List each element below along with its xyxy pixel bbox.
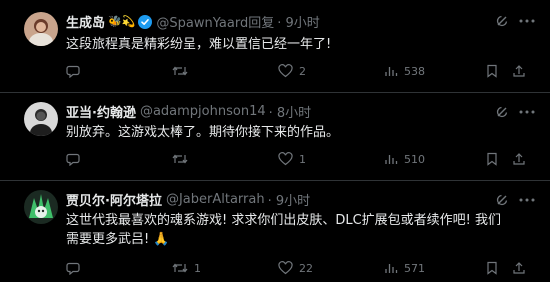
user-handle[interactable]: @JaberAltarrah — [166, 192, 265, 207]
repost-icon — [172, 261, 188, 275]
post-time[interactable]: · 9小时 — [268, 190, 311, 209]
grok-icon[interactable] — [492, 102, 512, 122]
more-icon[interactable] — [517, 11, 537, 31]
views-icon — [384, 261, 398, 275]
views-button[interactable]: 538 — [384, 64, 425, 78]
post-actions: 1 22 571 — [66, 261, 526, 279]
more-icon[interactable] — [517, 102, 537, 122]
views-count: 510 — [404, 152, 425, 166]
repost-button[interactable]: 1 — [172, 261, 201, 275]
views-icon — [384, 64, 398, 78]
repost-button[interactable] — [172, 152, 194, 166]
avatar[interactable] — [24, 190, 58, 224]
reply-icon — [66, 261, 80, 275]
post-1[interactable]: 生成岛 🐝💫 @SpawnYaard回复 · 9小时 这段旅程真是精彩纷呈，难以… — [0, 0, 550, 92]
avatar[interactable] — [24, 102, 58, 136]
like-button[interactable]: 2 — [278, 64, 306, 78]
bookmark-icon[interactable] — [486, 152, 498, 166]
repost-icon — [172, 64, 188, 78]
reply-button[interactable] — [66, 64, 86, 78]
grok-icon[interactable] — [492, 190, 512, 210]
share-icon[interactable] — [512, 152, 526, 166]
bookmark-icon[interactable] — [486, 261, 498, 275]
user-handle[interactable]: @SpawnYaard回复 — [156, 12, 274, 31]
post-text: 别放弃。这游戏太棒了。期待你接下来的作品。 — [66, 125, 340, 140]
views-button[interactable]: 571 — [384, 261, 425, 275]
reply-icon — [66, 64, 80, 78]
like-count: 1 — [299, 152, 306, 166]
like-icon — [278, 64, 293, 78]
name-emoji: 🐝💫 — [108, 15, 136, 28]
repost-count: 1 — [194, 261, 201, 275]
post-text: 这世代我最喜欢的魂系游戏! 求求你们出皮肤、DLC扩展包或者续作吧! 我们 需要… — [66, 211, 536, 249]
post-time[interactable]: · 8小时 — [269, 102, 312, 121]
post-text-line: 需要更多武吕! 🙏 — [66, 232, 170, 247]
post-time[interactable]: · 9小时 — [277, 12, 320, 31]
display-name[interactable]: 生成岛 — [66, 12, 105, 31]
views-count: 538 — [404, 64, 425, 78]
post-3[interactable]: 贾贝尔·阿尔塔拉 @JaberAltarrah · 9小时 这世代我最喜欢的魂系… — [0, 181, 550, 282]
repost-button[interactable] — [172, 64, 194, 78]
like-icon — [278, 152, 293, 166]
post-header: 亚当·约翰逊 @adampjohnson14 · 8小时 — [66, 102, 311, 121]
views-count: 571 — [404, 261, 425, 275]
reply-button[interactable] — [66, 152, 86, 166]
display-name[interactable]: 亚当·约翰逊 — [66, 102, 136, 121]
reply-icon — [66, 152, 80, 166]
grok-icon[interactable] — [492, 11, 512, 31]
post-header: 贾贝尔·阿尔塔拉 @JaberAltarrah · 9小时 — [66, 190, 310, 209]
like-button[interactable]: 1 — [278, 152, 306, 166]
reply-feed: 生成岛 🐝💫 @SpawnYaard回复 · 9小时 这段旅程真是精彩纷呈，难以… — [0, 0, 550, 282]
more-icon[interactable] — [517, 190, 537, 210]
post-text: 这段旅程真是精彩纷呈，难以置信已经一年了! — [66, 37, 332, 52]
views-icon — [384, 152, 398, 166]
share-icon[interactable] — [512, 261, 526, 275]
post-2[interactable]: 亚当·约翰逊 @adampjohnson14 · 8小时 别放弃。这游戏太棒了。… — [0, 93, 550, 180]
post-actions: 2 538 — [66, 64, 526, 82]
display-name[interactable]: 贾贝尔·阿尔塔拉 — [66, 190, 162, 209]
post-actions: 1 510 — [66, 152, 526, 170]
like-button[interactable]: 22 — [278, 261, 313, 275]
bookmark-icon[interactable] — [486, 64, 498, 78]
like-count: 22 — [299, 261, 313, 275]
user-handle[interactable]: @adampjohnson14 — [140, 104, 266, 119]
repost-icon — [172, 152, 188, 166]
avatar[interactable] — [24, 12, 58, 46]
post-header: 生成岛 🐝💫 @SpawnYaard回复 · 9小时 — [66, 12, 320, 31]
verified-icon — [138, 14, 153, 29]
views-button[interactable]: 510 — [384, 152, 425, 166]
reply-button[interactable] — [66, 261, 86, 275]
like-icon — [278, 261, 293, 275]
like-count: 2 — [299, 64, 306, 78]
post-text-line: 这世代我最喜欢的魂系游戏! 求求你们出皮肤、DLC扩展包或者续作吧! 我们 — [66, 213, 502, 228]
share-icon[interactable] — [512, 64, 526, 78]
